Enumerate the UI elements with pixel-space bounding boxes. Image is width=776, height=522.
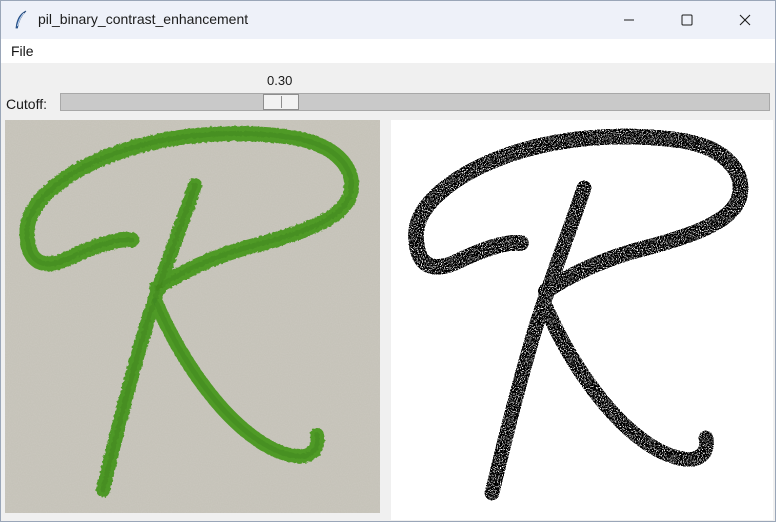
title-bar[interactable]: pil_binary_contrast_enhancement: [1, 1, 775, 39]
menu-bar: File: [1, 39, 775, 63]
maximize-button[interactable]: [658, 1, 716, 39]
slider-thumb[interactable]: [263, 94, 299, 110]
app-window: pil_binary_contrast_enhancement File 0.3…: [0, 0, 776, 522]
processed-image: [391, 120, 773, 520]
slider-grip: [281, 96, 282, 108]
close-icon: [739, 14, 751, 26]
maximize-icon: [681, 14, 693, 26]
cutoff-slider[interactable]: [60, 93, 770, 111]
feather-icon: [13, 10, 29, 30]
original-image: [5, 120, 380, 513]
menu-file[interactable]: File: [11, 43, 34, 59]
minimize-icon: [623, 14, 635, 26]
cutoff-scale-area: 0.30 Cutoff:: [1, 63, 775, 119]
minimize-button[interactable]: [600, 1, 658, 39]
close-button[interactable]: [716, 1, 774, 39]
scale-label: Cutoff:: [6, 96, 47, 112]
scale-value: 0.30: [267, 73, 293, 88]
window-title: pil_binary_contrast_enhancement: [38, 11, 249, 27]
